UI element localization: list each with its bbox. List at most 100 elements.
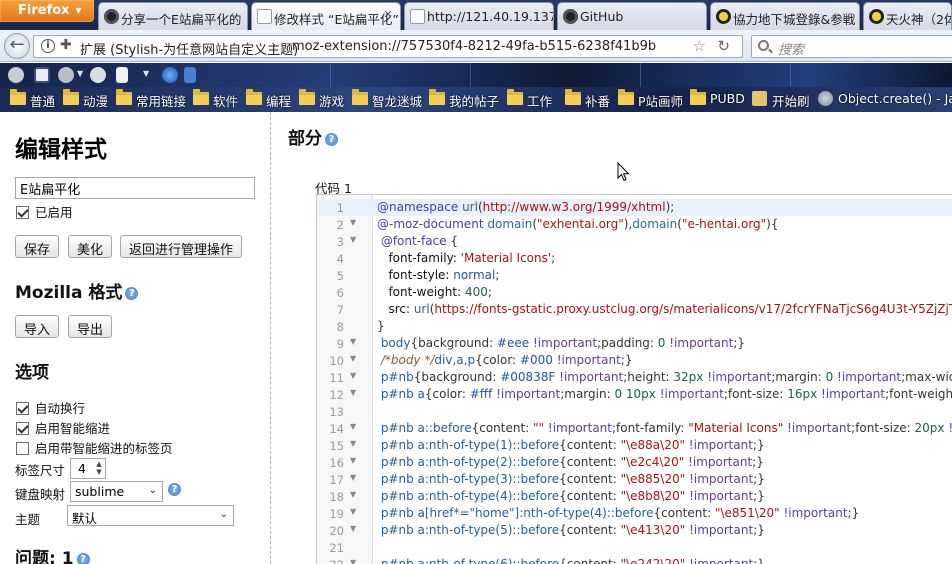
enabled-checkbox-row[interactable]: 已启用 [16,202,73,221]
dropdown-arrow-icon[interactable]: ▼ [77,69,83,78]
tab-5[interactable]: 協力地下城登錄&参戦 [710,2,860,30]
firefox-menu-button[interactable]: Firefox ▼ [0,0,94,22]
enabled-checkbox[interactable] [16,206,29,219]
fold-arrow-icon[interactable]: ▼ [350,490,356,499]
smart-indent-checkbox[interactable] [16,422,29,435]
code-line[interactable]: 4 font-family: 'Material Icons'; [317,250,952,267]
smart-indent-tabs-option[interactable]: 启用带智能缩进的标签页 [16,438,173,457]
keymap-select[interactable]: sublime ⌄ [70,481,163,502]
code-line[interactable]: 19 ▼ p#nb a[href*="home"]:nth-of-type(4):… [317,505,952,522]
bookmark-folder[interactable]: 补番 [565,89,610,110]
help-icon[interactable]: ? [125,287,139,300]
code-line[interactable]: 3 ▼ @font-face { [317,233,952,250]
code-line[interactable]: 22 ▼ p#nb a:nth-of-type(6)::before{conten… [317,556,952,564]
bookmark-folder[interactable]: 游戏 [299,89,344,110]
bookmark-folder[interactable]: 智龙迷城 [352,89,422,110]
bookmark-link[interactable]: 开始刷 [752,91,810,110]
fold-arrow-icon[interactable]: ▼ [350,524,356,533]
fold-arrow-icon[interactable]: ▼ [350,439,356,448]
fold-arrow-icon[interactable]: ▼ [350,422,356,431]
url-text[interactable]: moz-extension://757530f4-8212-49fa-b515-… [292,39,688,54]
close-tab-icon[interactable]: ✕ [381,8,395,22]
fold-arrow-icon[interactable]: ▼ [350,473,356,482]
addon-blue-globe-icon[interactable] [162,67,178,83]
code-line[interactable]: 15 ▼ p#nb a:nth-of-type(1)::before{conten… [317,437,952,454]
code-line[interactable]: 13 [317,403,952,420]
fold-arrow-icon[interactable]: ▼ [350,218,356,227]
spinner-arrows-icon[interactable]: ▲ ▼ [94,460,104,477]
style-name-input[interactable] [15,177,255,199]
import-button[interactable]: 导入 [15,315,60,338]
back-to-manage-button[interactable]: 返回进行管理操作 [120,235,243,258]
theme-select[interactable]: 默认 ⌄ [67,505,234,526]
tab-3[interactable]: http://121.40.19.137 [404,2,554,30]
smart-indent-tabs-checkbox[interactable] [16,442,29,455]
tab-6[interactable]: 天火神（2体 [863,2,952,30]
word-wrap-option[interactable]: 自动换行 [16,398,85,417]
code-line[interactable]: 1 @namespace url(http://www.w3.org/1999/x… [317,199,952,216]
tab-1[interactable]: 分享一个E站扁平化的 [98,2,248,30]
code-text: src: url(https://fonts-gstatic.proxy.ust… [377,302,952,316]
info-icon[interactable]: i [41,39,55,53]
bookmark-folder[interactable]: 工作 [507,89,552,110]
addon-page-icon[interactable] [116,67,128,83]
code-line[interactable]: 8} [317,318,952,335]
smart-indent-option[interactable]: 启用智能缩进 [16,418,110,437]
beautify-button[interactable]: 美化 [68,235,113,258]
back-button[interactable]: ← [4,33,30,59]
bookmark-folder[interactable]: 我的帖子 [429,89,499,110]
code-line[interactable]: 7 src: url(https://fonts-gstatic.proxy.u… [317,301,952,318]
bookmark-folder[interactable]: PUBD [690,89,745,106]
reload-icon[interactable]: ↻ [717,37,730,55]
code-line[interactable]: 14 ▼ p#nb a::before{content: "" !importan… [317,420,952,437]
addon-ball-icon[interactable] [90,67,106,83]
fold-arrow-icon[interactable]: ▼ [350,558,356,564]
fold-arrow-icon[interactable]: ▼ [350,337,356,346]
save-button[interactable]: 保存 [15,235,60,258]
code-line[interactable]: 10 ▼ /*body */div,a,p{color: #000 !import… [317,352,952,369]
code-line[interactable]: 9 ▼ body{background: #eee !important;padd… [317,335,952,352]
code-line[interactable]: 11 ▼ p#nb{background: #00838F !important;… [317,369,952,386]
tab-size-stepper[interactable]: 4 ▲ ▼ [70,458,106,479]
fold-arrow-icon[interactable]: ▼ [350,388,356,397]
bookmark-folder[interactable]: 常用链接 [116,89,186,110]
fold-arrow-icon[interactable]: ▼ [350,371,356,380]
bookmark-folder[interactable]: 普通 [10,89,55,110]
help-icon[interactable]: ? [325,133,338,146]
help-icon[interactable]: ? [76,553,90,564]
dropdown-arrow-icon[interactable]: ▼ [143,69,149,78]
globe-icon [818,91,833,106]
code-line[interactable]: 17 ▼ p#nb a:nth-of-type(3)::before{conten… [317,471,952,488]
code-editor[interactable]: 1 @namespace url(http://www.w3.org/1999/x… [316,194,952,564]
addon-window-icon[interactable] [34,67,50,83]
word-wrap-checkbox[interactable] [16,402,29,415]
search-icon [758,40,769,51]
addon-globe-icon[interactable] [58,67,74,83]
code-line[interactable]: 2 ▼ @-moz-document domain("exhentai.org"),… [317,216,952,233]
code-line[interactable]: 16 ▼ p#nb a:nth-of-type(2)::before{conten… [317,454,952,471]
search-bar[interactable]: 搜索 [751,35,952,58]
bookmark-folder[interactable]: 编程 [246,89,291,110]
fold-arrow-icon[interactable]: ▼ [350,354,356,363]
code-line[interactable]: 18 ▼ p#nb a:nth-of-type(4)::before{conten… [317,488,952,505]
fold-arrow-icon[interactable]: ▼ [350,456,356,465]
export-button[interactable]: 导出 [68,315,113,338]
tab-4[interactable]: GitHub [557,2,707,30]
code-line[interactable]: 21 [317,539,952,556]
code-line[interactable]: 6 font-weight: 400; [317,284,952,301]
code-line[interactable]: 20 ▼ p#nb a:nth-of-type(5)::before{conten… [317,522,952,539]
code-line[interactable]: 12 ▼ p#nb a{color: #fff !important;margin… [317,386,952,403]
bookmark-star-icon[interactable]: ☆ [693,37,706,55]
fold-arrow-icon[interactable]: ▼ [350,235,356,244]
addon-gear-icon[interactable] [8,67,24,83]
fold-arrow-icon[interactable]: ▼ [350,507,356,516]
bookmark-link[interactable]: Object.create() - Jav [818,91,952,106]
bookmark-folder[interactable]: 动漫 [63,89,108,110]
code-line[interactable]: 5 font-style: normal; [317,267,952,284]
bookmark-folder[interactable]: 软件 [193,89,238,110]
tab-2-active[interactable]: 修改样式 “E站扁平化” ✕ [251,2,401,30]
url-bar[interactable]: i ✚ 扩展 (Stylish-为任意网站自定义主题) moz-extensio… [33,35,743,58]
bookmark-folder[interactable]: P站画师 [618,89,683,110]
addon-document-icon[interactable] [184,67,196,83]
help-icon[interactable]: ? [168,483,181,496]
